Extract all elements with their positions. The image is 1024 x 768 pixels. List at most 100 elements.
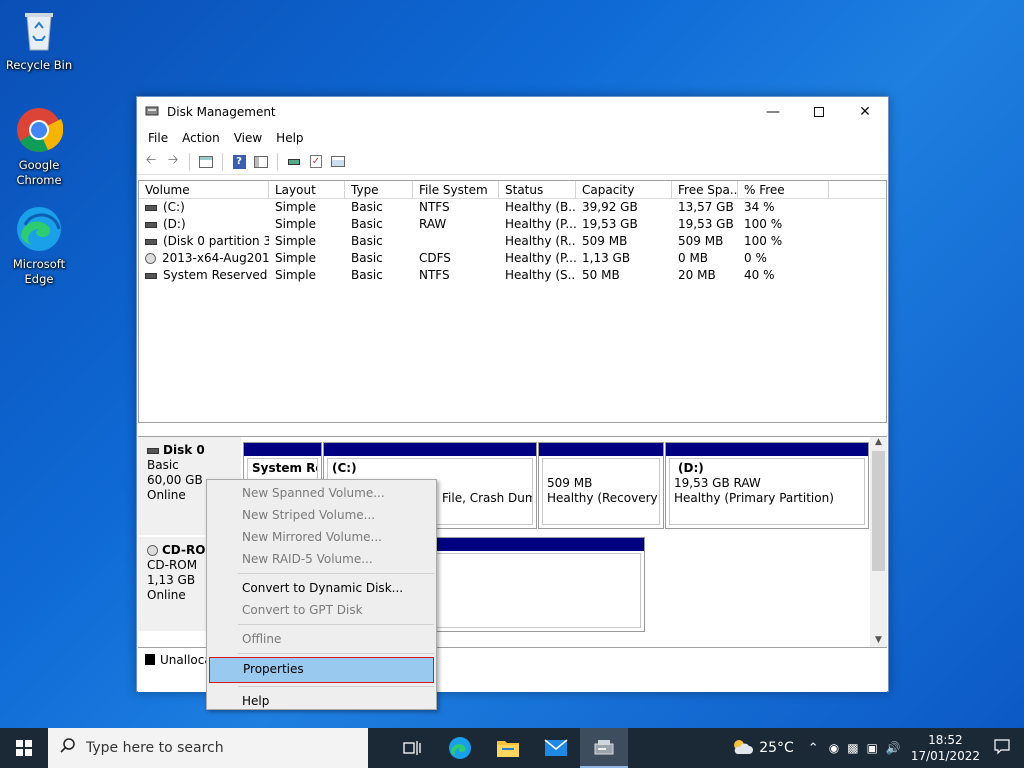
- minimize-button[interactable]: —: [750, 97, 796, 127]
- window-title: Disk Management: [167, 105, 276, 119]
- menu-properties[interactable]: Properties: [209, 657, 434, 683]
- cell-layout: Simple: [275, 251, 316, 265]
- menu-help[interactable]: Help: [269, 131, 310, 145]
- volume-name: (C:): [163, 200, 185, 214]
- menu-new-mirrored-volume[interactable]: New Mirrored Volume...: [207, 526, 436, 548]
- clock[interactable]: 18:52 17/01/2022: [911, 732, 980, 764]
- toolbar: 🡠 🡢 ? ✓: [137, 149, 888, 175]
- volume-icon[interactable]: 🔊: [886, 741, 901, 755]
- menu-separator: [238, 653, 434, 654]
- taskbar-file-explorer-button[interactable]: [484, 728, 532, 768]
- desktop-icon-microsoft-edge[interactable]: Microsoft Edge: [1, 205, 77, 287]
- start-button[interactable]: [0, 728, 48, 768]
- cell-file-system: CDFS: [419, 251, 451, 265]
- drive-icon: [145, 238, 157, 245]
- disk-icon: [147, 447, 159, 454]
- menu-offline[interactable]: Offline: [207, 628, 436, 650]
- desktop-icon-recycle-bin[interactable]: Recycle Bin: [1, 6, 77, 73]
- scroll-thumb[interactable]: [872, 451, 885, 571]
- chrome-icon: [15, 106, 64, 154]
- cell-free-space: 20 MB: [678, 268, 716, 282]
- menu-convert-to-gpt-disk[interactable]: Convert to GPT Disk: [207, 599, 436, 621]
- console-tree-icon[interactable]: [196, 152, 216, 172]
- context-menu: New Spanned Volume... New Striped Volume…: [206, 479, 437, 710]
- menu-separator: [238, 573, 434, 574]
- cell-free-space: 19,53 GB: [678, 217, 734, 231]
- forward-icon[interactable]: 🡢: [163, 152, 183, 172]
- column-header-free-space[interactable]: Free Spa...: [672, 181, 738, 198]
- column-header-status[interactable]: Status: [499, 181, 576, 198]
- maximize-button[interactable]: [796, 97, 842, 127]
- close-button[interactable]: ✕: [842, 97, 888, 127]
- folder-icon: [497, 741, 519, 757]
- menu-new-spanned-volume[interactable]: New Spanned Volume...: [207, 482, 436, 504]
- meet-now-icon[interactable]: ◉: [829, 741, 839, 755]
- column-header-type[interactable]: Type: [345, 181, 413, 198]
- volume-name: (Disk 0 partition 3): [163, 234, 269, 248]
- menu-convert-to-dynamic-disk[interactable]: Convert to Dynamic Disk...: [207, 577, 436, 599]
- taskbar-search-box[interactable]: Type here to search: [48, 728, 368, 768]
- partition-size: 19,53 GB RAW: [674, 476, 761, 490]
- column-header-file-system[interactable]: File System: [413, 181, 499, 198]
- menu-file[interactable]: File: [141, 131, 175, 145]
- task-view-button[interactable]: [388, 728, 436, 768]
- taskbar-disk-management-button[interactable]: [580, 728, 628, 768]
- scroll-up-icon[interactable]: ▲: [870, 437, 887, 447]
- menu-action[interactable]: Action: [175, 131, 227, 145]
- check-icon[interactable]: ✓: [306, 152, 326, 172]
- taskbar-edge-button[interactable]: [436, 728, 484, 768]
- desktop-icon-label: Google Chrome: [16, 158, 62, 187]
- show-hide-icon[interactable]: [251, 152, 271, 172]
- weather-icon[interactable]: [731, 738, 754, 759]
- cell-file-system: NTFS: [419, 200, 450, 214]
- cell-free-space: 13,57 GB: [678, 200, 734, 214]
- drive-icon: [145, 204, 157, 211]
- cell-type: Basic: [351, 251, 383, 265]
- edge-icon: [449, 737, 471, 759]
- taskbar-mail-button[interactable]: [532, 728, 580, 768]
- table-row[interactable]: System Reserved Simple Basic NTFS Health…: [139, 267, 886, 284]
- volume-name: (D:): [163, 217, 186, 231]
- cell-type: Basic: [351, 217, 383, 231]
- drive-icon: [145, 221, 157, 228]
- clock-date: 17/01/2022: [910, 749, 980, 763]
- menu-new-raid5-volume[interactable]: New RAID-5 Volume...: [207, 548, 436, 570]
- properties-icon[interactable]: [328, 152, 348, 172]
- cell-file-system: RAW: [419, 217, 447, 231]
- menu-help[interactable]: Help: [207, 690, 436, 712]
- disk-name: Disk 0: [163, 443, 205, 457]
- network-icon[interactable]: ▣: [867, 741, 878, 755]
- vertical-scrollbar[interactable]: ▲ ▼: [870, 437, 887, 647]
- partition-title: (C:): [332, 461, 357, 475]
- partition-d[interactable]: (D:) 19,53 GB RAW Healthy (Primary Partiti…: [665, 442, 869, 529]
- connect-icon[interactable]: [284, 152, 304, 172]
- cell-file-system: NTFS: [419, 268, 450, 282]
- menu-new-striped-volume[interactable]: New Striped Volume...: [207, 504, 436, 526]
- desktop-icon-google-chrome[interactable]: Google Chrome: [1, 106, 77, 188]
- table-row[interactable]: (C:) Simple Basic NTFS Healthy (B... 39,…: [139, 199, 886, 216]
- scroll-down-icon[interactable]: ▼: [870, 635, 887, 645]
- cell-status: Healthy (P...: [505, 251, 576, 265]
- partition-status: Healthy (Recovery Pa: [547, 491, 659, 505]
- help-icon[interactable]: ?: [229, 152, 249, 172]
- weather-temperature[interactable]: 25°C: [759, 740, 794, 756]
- disk-tray-icon[interactable]: ▩: [847, 741, 858, 755]
- recycle-bin-icon: [15, 6, 63, 54]
- menu-view[interactable]: View: [227, 131, 269, 145]
- menu-separator: [238, 686, 434, 687]
- column-header-volume[interactable]: Volume: [139, 181, 269, 198]
- table-row[interactable]: 2013-x64-Aug2013... Simple Basic CDFS He…: [139, 250, 886, 267]
- partition-recovery[interactable]: 509 MBHealthy (Recovery Pa: [538, 442, 664, 529]
- table-row[interactable]: (D:) Simple Basic RAW Healthy (P... 19,5…: [139, 216, 886, 233]
- back-icon[interactable]: 🡠: [141, 152, 161, 172]
- column-header-capacity[interactable]: Capacity: [576, 181, 672, 198]
- column-header-layout[interactable]: Layout: [269, 181, 345, 198]
- partition-size: 509 MB: [547, 476, 593, 490]
- cell-layout: Simple: [275, 217, 316, 231]
- chevron-up-icon[interactable]: ⌃: [808, 741, 819, 756]
- cell-layout: Simple: [275, 200, 316, 214]
- column-header-percent-free[interactable]: % Free: [738, 181, 829, 198]
- table-row[interactable]: (Disk 0 partition 3) Simple Basic Health…: [139, 233, 886, 250]
- title-bar[interactable]: Disk Management — ✕: [137, 97, 888, 127]
- notification-icon[interactable]: [994, 738, 1010, 758]
